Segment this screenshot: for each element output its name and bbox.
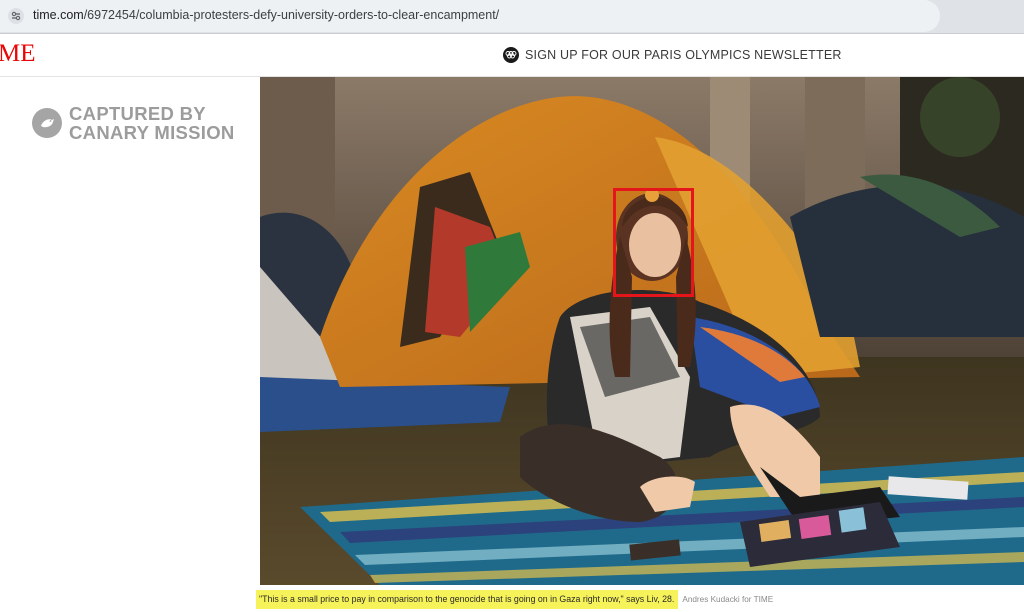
watermark-line-1: CAPTURED BY (69, 103, 206, 124)
canary-bird-icon (32, 108, 62, 138)
olympics-rings-icon (503, 47, 519, 63)
caption-quote: "This is a small price to pay in compari… (256, 590, 679, 609)
time-logo[interactable]: ME (0, 41, 36, 66)
watermark-line-2: CANARY MISSION (69, 122, 235, 143)
article-photo (260, 77, 1024, 585)
canary-mission-watermark: CAPTURED BY CANARY MISSION (32, 104, 235, 142)
url-path: /6972454/columbia-protesters-defy-univer… (83, 8, 500, 22)
photo-caption: "This is a small price to pay in compari… (256, 587, 773, 612)
url-host: time.com (33, 8, 84, 22)
url-text[interactable]: time.com/6972454/columbia-protesters-def… (33, 8, 499, 22)
encampment-scene (260, 77, 1024, 585)
newsletter-signup-link[interactable]: SIGN UP FOR OUR PARIS OLYMPICS NEWSLETTE… (503, 46, 842, 64)
tune-icon[interactable] (8, 8, 24, 24)
site-header: ME SIGN UP FOR OUR PARIS OLYMPICS NEWSLE… (0, 34, 1024, 77)
browser-address-bar: time.com/6972454/columbia-protesters-def… (0, 0, 1024, 34)
photo-credit: Andres Kudacki for TIME (682, 595, 774, 604)
face-highlight-box (613, 188, 694, 297)
omnibox[interactable]: time.com/6972454/columbia-protesters-def… (0, 0, 940, 32)
watermark-text: CAPTURED BY CANARY MISSION (69, 104, 235, 142)
newsletter-label: SIGN UP FOR OUR PARIS OLYMPICS NEWSLETTE… (525, 48, 842, 62)
